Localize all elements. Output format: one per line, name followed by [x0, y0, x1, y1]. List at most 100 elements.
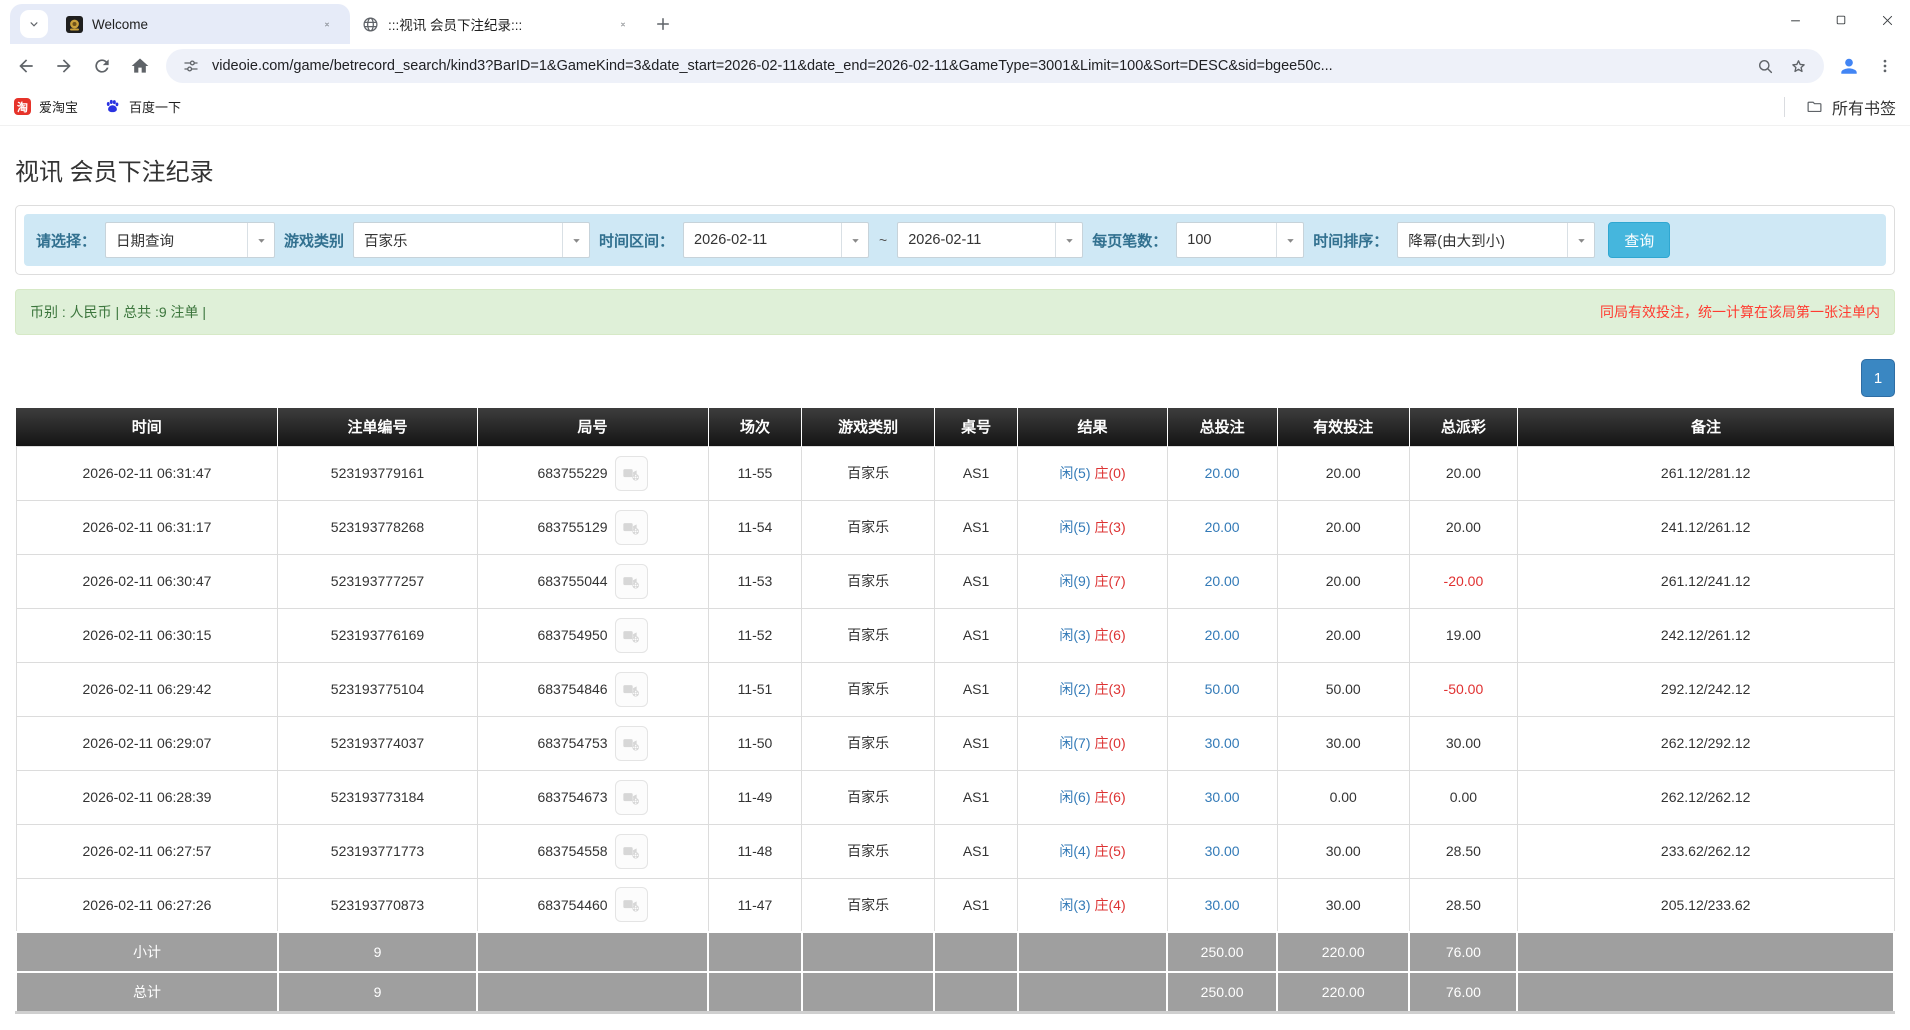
folder-icon	[1806, 98, 1823, 115]
chevron-down-icon[interactable]	[247, 223, 274, 257]
cell-game-kind: 百家乐	[802, 446, 934, 500]
page-size-select[interactable]: 100	[1176, 222, 1304, 258]
range-tilde: ~	[878, 232, 888, 248]
sort-value: 降幂(由大到小)	[1398, 223, 1567, 257]
video-replay-button[interactable]	[615, 456, 648, 491]
result-banker: 庄(7)	[1095, 573, 1126, 589]
cell-time: 2026-02-11 06:30:47	[16, 554, 278, 608]
search-button[interactable]: 查询	[1608, 222, 1670, 258]
forward-icon[interactable]	[46, 48, 82, 84]
video-replay-button[interactable]	[615, 726, 648, 761]
total-bet-link[interactable]: 30.00	[1205, 897, 1240, 913]
video-replay-button[interactable]	[615, 834, 648, 869]
cell-round: 683755129	[477, 500, 708, 554]
back-icon[interactable]	[8, 48, 44, 84]
address-bar[interactable]: videoie.com/game/betrecord_search/kind3?…	[166, 49, 1824, 83]
total-row: 总计 9 250.00 220.00 76.00	[16, 972, 1894, 1012]
minimize-icon[interactable]	[1772, 0, 1818, 40]
maximize-icon[interactable]	[1818, 0, 1864, 40]
cell-result: 闲(7)庄(0)	[1018, 716, 1167, 770]
video-replay-button[interactable]	[615, 510, 648, 545]
close-icon[interactable]	[1864, 0, 1910, 40]
video-replay-button[interactable]	[615, 672, 648, 707]
cell-time: 2026-02-11 06:30:15	[16, 608, 278, 662]
bookmark-baidu[interactable]: 百度一下	[104, 97, 181, 116]
video-replay-button[interactable]	[615, 618, 648, 653]
cell-time: 2026-02-11 06:29:42	[16, 662, 278, 716]
total-label: 总计	[16, 972, 278, 1012]
tab-close-icon[interactable]	[614, 15, 632, 33]
new-tab-button[interactable]	[648, 9, 678, 39]
cell-time: 2026-02-11 06:28:39	[16, 770, 278, 824]
chevron-down-icon[interactable]	[1567, 223, 1594, 257]
all-bookmarks[interactable]: 所有书签	[1784, 95, 1896, 119]
cell-result: 闲(9)庄(7)	[1018, 554, 1167, 608]
browser-menu-icon[interactable]	[1868, 49, 1902, 83]
total-bet-link[interactable]: 50.00	[1205, 681, 1240, 697]
cell-valid-bet: 30.00	[1277, 716, 1409, 770]
video-replay-button[interactable]	[615, 564, 648, 599]
total-total-bet: 250.00	[1167, 972, 1277, 1012]
total-bet-link[interactable]: 20.00	[1205, 573, 1240, 589]
sort-select[interactable]: 降幂(由大到小)	[1397, 222, 1595, 258]
table-row: 2026-02-11 06:31:47 523193779161 6837552…	[16, 446, 1894, 500]
cell-bet-id: 523193771773	[278, 824, 477, 878]
tab-title: Welcome	[92, 17, 309, 32]
cell-valid-bet: 20.00	[1277, 500, 1409, 554]
bookmark-star-icon[interactable]	[1787, 55, 1810, 78]
total-count: 9	[278, 972, 477, 1012]
profile-avatar[interactable]	[1832, 49, 1866, 83]
tab-close-icon[interactable]	[318, 15, 336, 33]
query-type-select[interactable]: 日期查询	[105, 222, 275, 258]
cell-remark: 233.62/262.12	[1517, 824, 1894, 878]
result-player: 闲(5)	[1059, 519, 1090, 535]
date-end-input[interactable]: 2026-02-11	[897, 222, 1083, 258]
cell-payout: -20.00	[1409, 554, 1517, 608]
total-bet-link[interactable]: 30.00	[1205, 735, 1240, 751]
cell-bet-id: 523193777257	[278, 554, 477, 608]
total-bet-link[interactable]: 20.00	[1205, 519, 1240, 535]
tab-welcome[interactable]: Welcome	[54, 4, 346, 44]
cell-payout: 20.00	[1409, 446, 1517, 500]
time-range-label: 时间区间：	[599, 230, 674, 251]
cell-bet-id: 523193776169	[278, 608, 477, 662]
cell-empty	[477, 972, 708, 1012]
total-bet-link[interactable]: 30.00	[1205, 789, 1240, 805]
cell-round: 683754673	[477, 770, 708, 824]
bookmark-aitaobao[interactable]: 淘 爱淘宝	[14, 97, 78, 116]
video-replay-icon	[622, 788, 641, 807]
tab-search-button[interactable]	[20, 10, 48, 38]
chevron-down-icon[interactable]	[1276, 223, 1303, 257]
total-bet-link[interactable]: 20.00	[1205, 627, 1240, 643]
total-bet-link[interactable]: 30.00	[1205, 843, 1240, 859]
game-kind-select[interactable]: 百家乐	[353, 222, 590, 258]
chevron-down-icon[interactable]	[841, 223, 868, 257]
col-header-remark: 备注	[1517, 408, 1894, 446]
home-icon[interactable]	[122, 48, 158, 84]
col-header-table-no: 桌号	[934, 408, 1018, 446]
result-player: 闲(5)	[1059, 465, 1090, 481]
filter-container: 请选择： 日期查询 游戏类别 百家乐 时间区间： 2026-02-11 ~ 20…	[15, 205, 1895, 275]
site-settings-icon[interactable]	[180, 55, 202, 77]
date-start-input[interactable]: 2026-02-11	[683, 222, 869, 258]
url-text[interactable]: videoie.com/game/betrecord_search/kind3?…	[212, 58, 1744, 74]
result-player: 闲(2)	[1059, 681, 1090, 697]
game-logo-favicon	[66, 16, 83, 33]
tab-bet-record[interactable]: :::视讯 会员下注纪录:::	[350, 4, 642, 44]
zoom-icon[interactable]	[1754, 55, 1777, 78]
sort-label: 时间排序：	[1313, 230, 1388, 251]
round-number: 683754950	[537, 627, 607, 643]
reload-icon[interactable]	[84, 48, 120, 84]
video-replay-button[interactable]	[615, 887, 648, 922]
table-row: 2026-02-11 06:30:15 523193776169 6837549…	[16, 608, 1894, 662]
chevron-down-icon[interactable]	[562, 223, 589, 257]
video-replay-button[interactable]	[615, 780, 648, 815]
page-1-button[interactable]: 1	[1861, 359, 1895, 397]
total-bet-link[interactable]: 20.00	[1205, 465, 1240, 481]
cell-total-bet: 30.00	[1167, 824, 1277, 878]
chevron-down-icon[interactable]	[1055, 223, 1082, 257]
cell-time: 2026-02-11 06:31:17	[16, 500, 278, 554]
col-header-bet-id: 注单编号	[278, 408, 477, 446]
pagination: 1	[15, 359, 1895, 397]
result-player: 闲(6)	[1059, 789, 1090, 805]
